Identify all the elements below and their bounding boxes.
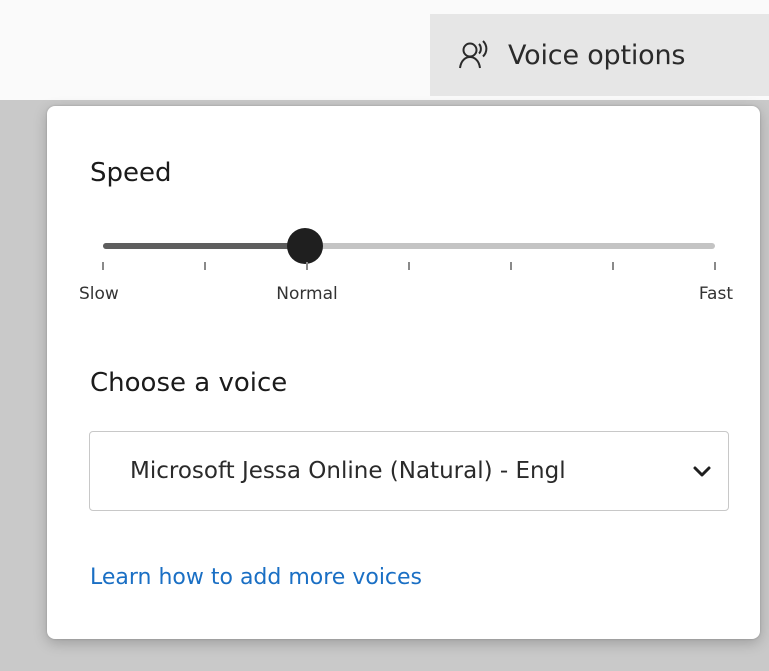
speed-slider[interactable] — [102, 228, 716, 270]
slider-tick — [102, 262, 104, 270]
voice-select-value: Microsoft Jessa Online (Natural) - Engl — [130, 458, 566, 484]
slider-tick — [408, 262, 410, 270]
slider-tick — [204, 262, 206, 270]
slider-fill — [103, 243, 305, 249]
speed-label-fast: Fast — [698, 284, 733, 304]
voice-options-label: Voice options — [508, 39, 686, 71]
learn-more-voices-link[interactable]: Learn how to add more voices — [90, 565, 422, 590]
voice-options-flyout: Speed Slow Normal Fast Choose a voice Mi… — [47, 106, 760, 639]
choose-voice-title: Choose a voice — [90, 368, 288, 398]
slider-tick — [510, 262, 512, 270]
voice-select[interactable]: Microsoft Jessa Online (Natural) - Engl — [89, 431, 729, 511]
voice-options-button[interactable]: Voice options — [430, 14, 769, 96]
slider-tick — [714, 262, 716, 270]
speed-label-slow: Slow — [79, 284, 119, 304]
slider-tick — [612, 262, 614, 270]
slider-tick — [306, 262, 308, 270]
voice-person-icon — [458, 38, 492, 72]
speed-title: Speed — [90, 158, 172, 188]
speed-label-normal: Normal — [276, 284, 338, 304]
chevron-down-icon — [690, 460, 714, 484]
slider-thumb[interactable] — [286, 228, 323, 264]
